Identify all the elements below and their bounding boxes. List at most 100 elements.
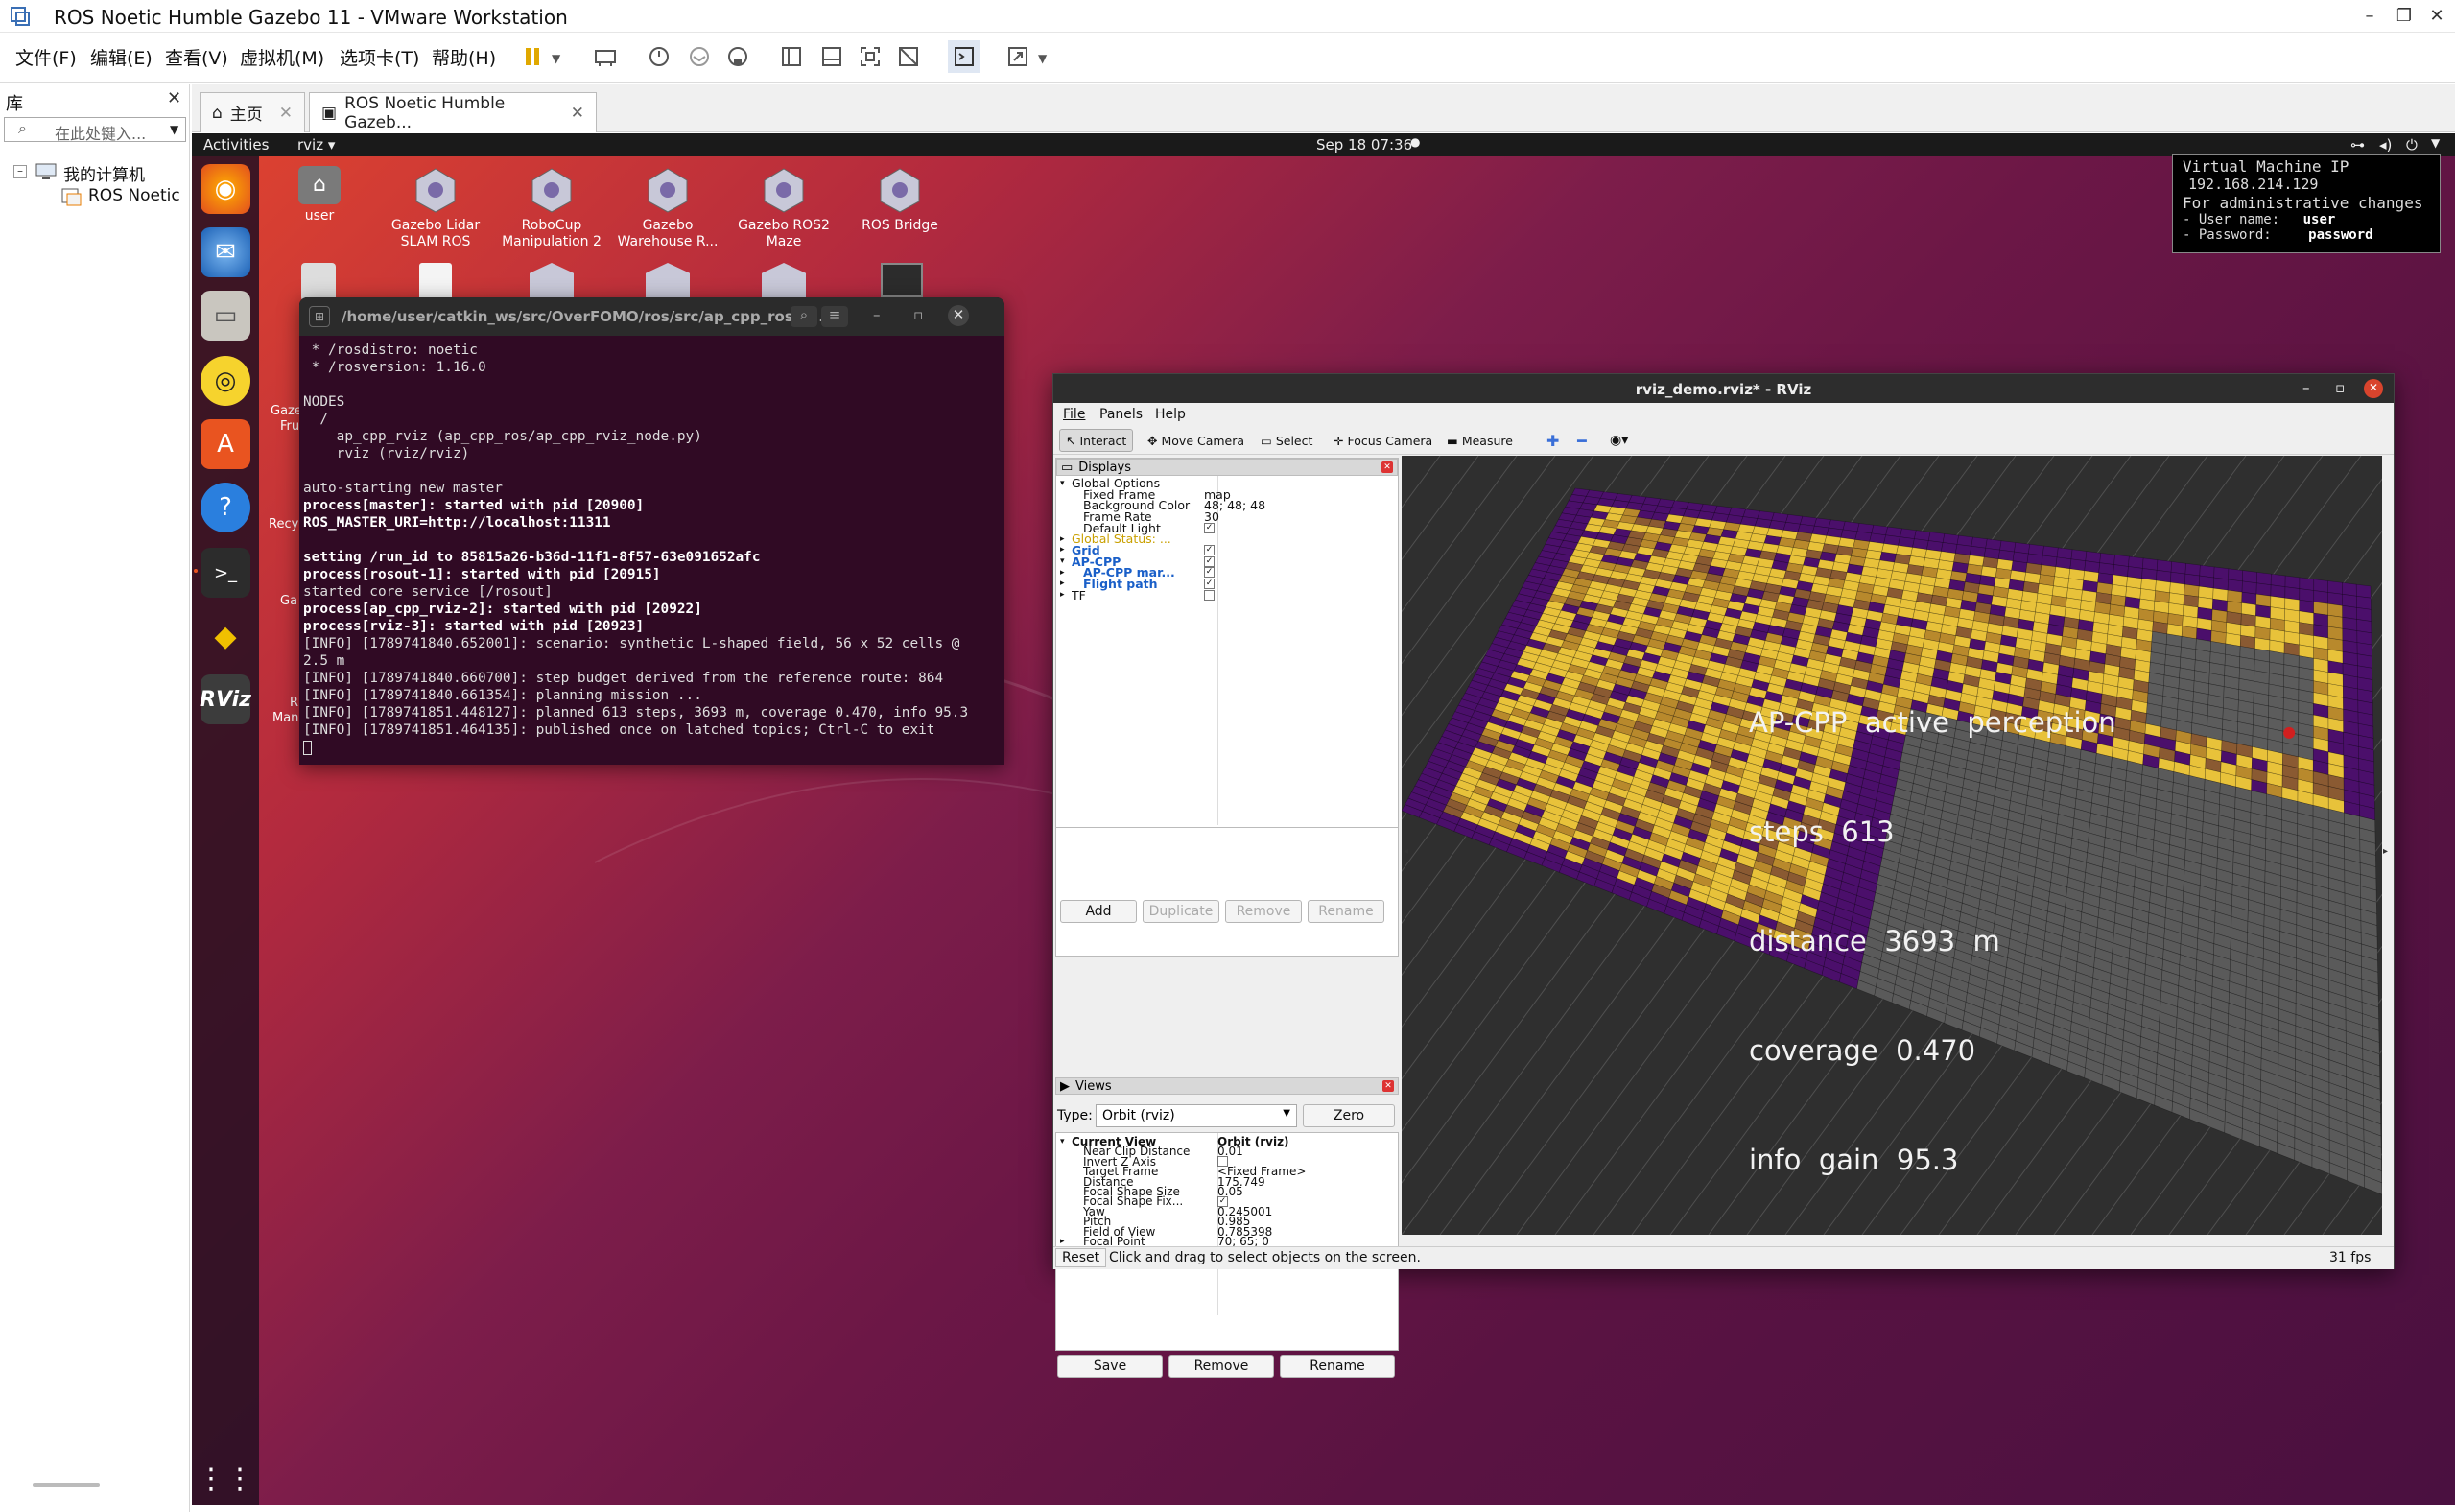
document-icon[interactable]	[419, 263, 452, 301]
app-menu[interactable]: rviz ▾	[297, 136, 335, 154]
menu-edit[interactable]: 编辑(E)	[90, 44, 153, 70]
search-dropdown-icon[interactable]: ▼	[170, 123, 178, 136]
tool-interact[interactable]: ↖ Interact	[1059, 429, 1134, 452]
trash-icon[interactable]	[301, 263, 336, 301]
panel-close-icon[interactable]: ✕	[1381, 461, 1393, 473]
tool-select[interactable]: ▭ Select	[1255, 429, 1318, 452]
pause-icon[interactable]	[516, 40, 549, 73]
library-scrollbar[interactable]	[33, 1483, 100, 1487]
tool-measure[interactable]: ▬ Measure	[1441, 429, 1519, 452]
thunderbird-icon[interactable]: ✉	[201, 227, 250, 277]
tool-move-camera[interactable]: ✥ Move Camera	[1142, 429, 1250, 452]
thumbnail-view-icon[interactable]	[815, 40, 848, 73]
remove-display-button[interactable]: Remove	[1225, 900, 1302, 923]
collapse-left-icon[interactable]: ◂	[1404, 846, 1408, 857]
duplicate-display-button[interactable]: Duplicate	[1143, 900, 1219, 923]
layers-icon[interactable]: ◆	[201, 611, 250, 661]
desktop-icon-user[interactable]: ⌂ user	[257, 166, 382, 224]
collapse-icon[interactable]: –	[13, 165, 27, 178]
rhythmbox-icon[interactable]: ◎	[201, 356, 250, 406]
minimize-icon[interactable]: –	[873, 306, 881, 323]
library-close-icon[interactable]: ✕	[167, 88, 181, 108]
stretch-icon[interactable]	[1002, 40, 1034, 73]
desktop-icon-robocup[interactable]: RoboCup Manipulation 2	[489, 166, 614, 250]
collapse-right-icon[interactable]: ▸	[2383, 846, 2388, 857]
snapshot-icon[interactable]	[643, 40, 675, 73]
rviz-window[interactable]: rviz_demo.rviz* - RViz – ▫ ✕ File Panels…	[1052, 373, 2395, 1378]
console-view-icon[interactable]	[948, 40, 980, 73]
desktop-icon-gazebo-lidar[interactable]: Gazebo Lidar SLAM ROS	[373, 166, 498, 250]
hamburger-menu-icon[interactable]: ≡	[821, 306, 848, 327]
tree-ros-noetic[interactable]: ROS Noetic	[88, 186, 180, 205]
tree-my-computer[interactable]: 我的计算机	[63, 161, 145, 185]
display-value[interactable]: ✓	[1204, 578, 1215, 589]
revert-snapshot-icon[interactable]	[683, 40, 716, 73]
close-icon[interactable]: ✕	[2364, 379, 2383, 398]
display-row[interactable]: ▸ TF	[1060, 588, 1396, 602]
views-remove-button[interactable]: Remove	[1168, 1355, 1274, 1378]
display-value[interactable]: ✓	[1204, 544, 1215, 555]
splitter[interactable]	[1056, 827, 1398, 828]
tool-focus-camera[interactable]: ✛ Focus Camera	[1328, 429, 1438, 452]
send-keys-icon[interactable]	[589, 40, 622, 73]
clock[interactable]: Sep 18 07:36	[1316, 136, 1412, 154]
minimize-button[interactable]: –	[2350, 4, 2389, 29]
views-zero-button[interactable]: Zero	[1303, 1104, 1395, 1127]
power-icon[interactable]: ⏻	[2406, 136, 2418, 154]
close-icon[interactable]: ✕	[948, 305, 969, 326]
add-display-button[interactable]: Add	[1060, 900, 1137, 923]
desktop-icon-gazebo-ros2-maze[interactable]: Gazebo ROS2 Maze	[721, 166, 846, 250]
library-view-icon[interactable]	[775, 40, 808, 73]
close-button[interactable]: ✕	[2418, 4, 2455, 29]
menu-view[interactable]: 查看(V)	[165, 44, 228, 70]
views-type-select[interactable]: Orbit (rviz) ▼	[1096, 1104, 1297, 1127]
reset-button[interactable]: Reset	[1055, 1248, 1107, 1267]
search-icon[interactable]: ⌕	[791, 306, 817, 327]
display-value[interactable]: ✓	[1204, 555, 1215, 567]
system-menu-icon[interactable]: ▼	[2431, 136, 2440, 150]
menu-file[interactable]: 文件(F)	[15, 44, 77, 70]
plus-icon[interactable]: ✚	[1541, 429, 1565, 452]
desktop-icon-gazebo-warehouse[interactable]: Gazebo Warehouse R...	[605, 166, 730, 250]
snapshot-manager-icon[interactable]	[721, 40, 754, 73]
display-value[interactable]: ✓	[1204, 567, 1215, 579]
pause-dropdown-icon[interactable]: ▼	[552, 52, 560, 65]
tab-vm-close-icon[interactable]: ✕	[571, 104, 584, 123]
menu-vm[interactable]: 虚拟机(M)	[240, 44, 324, 70]
terminal-output[interactable]: * /rosdistro: noetic * /rosversion: 1.16…	[299, 342, 1004, 764]
panel-close-icon[interactable]: ✕	[1382, 1080, 1394, 1092]
minus-icon[interactable]: ━	[1571, 429, 1593, 452]
display-value[interactable]	[1204, 589, 1215, 601]
rviz-3d-viewport[interactable]: AP-CPP active perception steps 613 dista…	[1402, 456, 2382, 1235]
menu-tabs[interactable]: 选项卡(T)	[340, 44, 419, 70]
volume-icon[interactable]: ◂)	[2379, 136, 2392, 154]
terminal-launcher-icon[interactable]	[881, 263, 923, 297]
firefox-icon[interactable]: ◉	[201, 164, 250, 214]
rviz-menu-panels[interactable]: Panels	[1099, 407, 1143, 422]
rename-display-button[interactable]: Rename	[1308, 900, 1384, 923]
help-icon[interactable]: ?	[201, 483, 250, 532]
rviz-icon[interactable]: RViz	[200, 674, 251, 724]
library-search-input[interactable]: ⌕ 在此处键入... ▼	[4, 117, 186, 143]
software-icon[interactable]: A	[201, 419, 250, 469]
activities-button[interactable]: Activities	[203, 136, 269, 154]
files-icon[interactable]: ▭	[201, 291, 250, 341]
views-save-button[interactable]: Save	[1057, 1355, 1163, 1378]
maximize-icon[interactable]: ▫	[913, 306, 923, 323]
guest-screen[interactable]: Activities rviz ▾ Sep 18 07:36 ● ⊶ ◂) ⏻ …	[192, 133, 2455, 1505]
tab-home-close-icon[interactable]: ✕	[279, 104, 293, 123]
maximize-icon[interactable]: ▫	[2335, 379, 2345, 396]
unity-mode-icon[interactable]	[892, 40, 925, 73]
views-rename-button[interactable]: Rename	[1280, 1355, 1395, 1378]
terminal-icon[interactable]: >_	[201, 548, 250, 598]
display-value[interactable]: ✓	[1204, 522, 1215, 533]
rviz-menu-help[interactable]: Help	[1155, 407, 1186, 422]
rviz-menu-file[interactable]: File	[1063, 407, 1085, 422]
stretch-dropdown-icon[interactable]: ▼	[1038, 52, 1047, 65]
terminal-window[interactable]: ⊞ /home/user/catkin_ws/src/OverFOMO/ros/…	[299, 297, 1004, 765]
view-row[interactable]: ▸ Focal Point 70; 65; 0	[1060, 1235, 1396, 1248]
tool-properties-icon[interactable]: ◉▾	[1604, 429, 1634, 452]
menu-help[interactable]: 帮助(H)	[432, 44, 496, 70]
network-icon[interactable]: ⊶	[2350, 136, 2365, 154]
tab-vm[interactable]: ▣ ROS Noetic Humble Gazeb... ✕	[309, 92, 597, 132]
